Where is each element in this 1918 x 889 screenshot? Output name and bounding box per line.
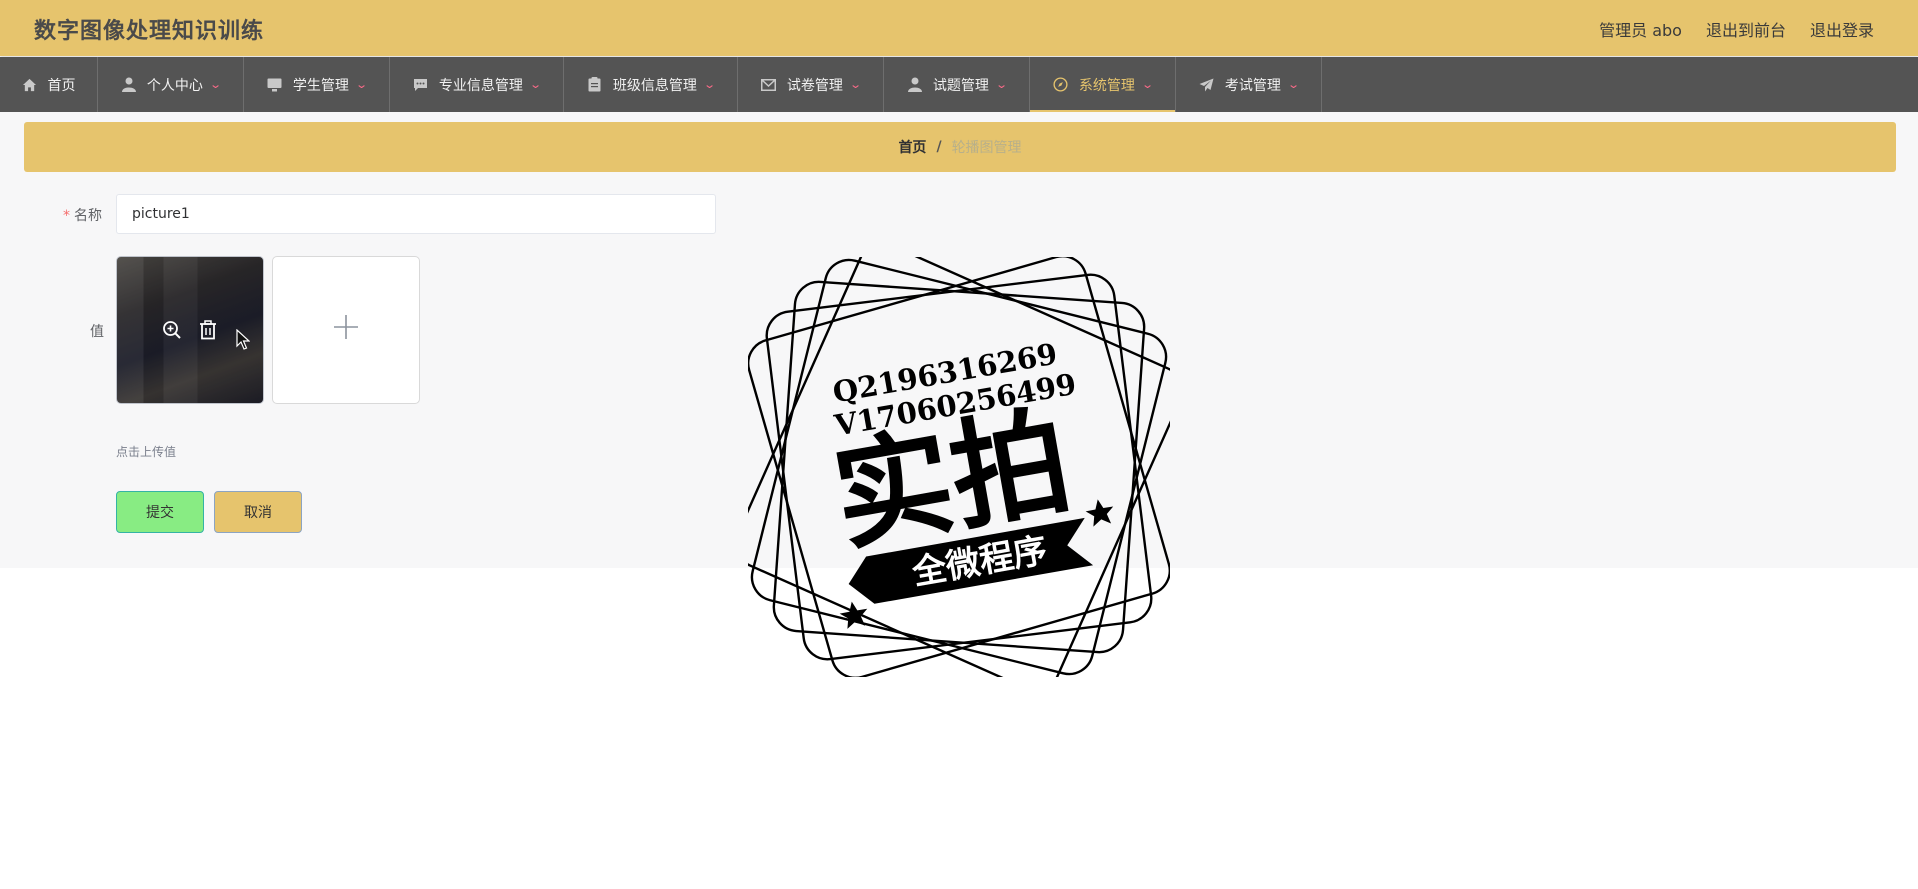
nav-item-personal-center[interactable]: 个人中心 ⌄	[98, 57, 244, 112]
submit-button[interactable]: 提交	[116, 491, 204, 533]
chevron-down-icon: ⌄	[849, 78, 862, 91]
value-field-label: 值	[90, 324, 104, 340]
nav-label: 试卷管理	[786, 77, 843, 94]
chevron-down-icon: ⌄	[209, 78, 222, 91]
mail-icon	[761, 77, 777, 93]
breadcrumb: 首页 / 轮播图管理	[24, 122, 1896, 172]
logout-link[interactable]: 退出登录	[1810, 17, 1874, 41]
chevron-down-icon: ⌄	[1141, 78, 1154, 91]
nav-item-exam-management[interactable]: 考试管理 ⌄	[1176, 57, 1322, 112]
header-links: 管理员 abo 退出到前台 退出登录	[1599, 17, 1874, 41]
compass-icon	[1053, 77, 1069, 93]
breadcrumb-current: 轮播图管理	[951, 140, 1022, 156]
nav-item-question-management[interactable]: 试题管理 ⌄	[884, 57, 1030, 112]
nav-item-home[interactable]: 首页	[0, 57, 98, 112]
clipboard-icon	[587, 77, 603, 93]
user-icon	[121, 77, 137, 93]
cancel-button[interactable]: 取消	[214, 491, 302, 533]
chat-icon	[413, 77, 429, 93]
chevron-down-icon: ⌄	[703, 78, 716, 91]
watermark-stamp: Q2196316269 V17060256499 实拍 全微程序	[748, 257, 1170, 677]
user-icon	[907, 77, 923, 93]
breadcrumb-home[interactable]: 首页	[898, 137, 926, 157]
upload-button[interactable]	[272, 256, 420, 404]
name-input[interactable]	[116, 194, 716, 234]
name-field-label: * 名称	[63, 208, 102, 224]
nav-label: 专业信息管理	[438, 77, 523, 94]
nav-item-student-management[interactable]: 学生管理 ⌄	[244, 57, 390, 112]
nav-item-major-info[interactable]: 专业信息管理 ⌄	[390, 57, 564, 112]
chevron-down-icon: ⌄	[529, 78, 542, 91]
home-icon	[22, 77, 38, 93]
nav-label: 系统管理	[1078, 77, 1135, 94]
chevron-down-icon: ⌄	[995, 78, 1008, 91]
nav-item-exam-paper[interactable]: 试卷管理 ⌄	[738, 57, 884, 112]
app-title: 数字图像处理知识训练	[34, 19, 265, 44]
main-nav: 首页 个人中心 ⌄ 学生管理 ⌄ 专业信息管理 ⌄ 班级信息管理 ⌄ 试卷管理 …	[0, 57, 1918, 112]
send-icon	[1199, 77, 1215, 93]
zoom-in-icon[interactable]	[161, 319, 183, 341]
top-header: 数字图像处理知识训练 管理员 abo 退出到前台 退出登录	[0, 0, 1918, 56]
nav-label: 首页	[47, 77, 76, 94]
mouse-cursor-icon	[236, 329, 250, 350]
monitor-icon	[267, 77, 283, 93]
chevron-down-icon: ⌄	[355, 78, 368, 91]
exit-to-frontend-link[interactable]: 退出到前台	[1706, 17, 1786, 41]
nav-label: 学生管理	[292, 77, 349, 94]
delete-icon[interactable]	[197, 319, 219, 341]
nav-item-system-management[interactable]: 系统管理 ⌄	[1030, 57, 1176, 112]
plus-icon	[332, 313, 360, 347]
breadcrumb-separator: /	[936, 139, 942, 155]
chevron-down-icon: ⌄	[1287, 78, 1300, 91]
nav-label: 班级信息管理	[612, 77, 697, 94]
nav-label: 试题管理	[932, 77, 989, 94]
nav-label: 个人中心	[146, 77, 203, 94]
current-user-label[interactable]: 管理员 abo	[1599, 17, 1682, 41]
upload-hint: 点击上传值	[116, 445, 177, 459]
required-asterisk: *	[63, 208, 70, 224]
nav-label: 考试管理	[1224, 77, 1281, 94]
nav-item-class-info[interactable]: 班级信息管理 ⌄	[564, 57, 738, 112]
